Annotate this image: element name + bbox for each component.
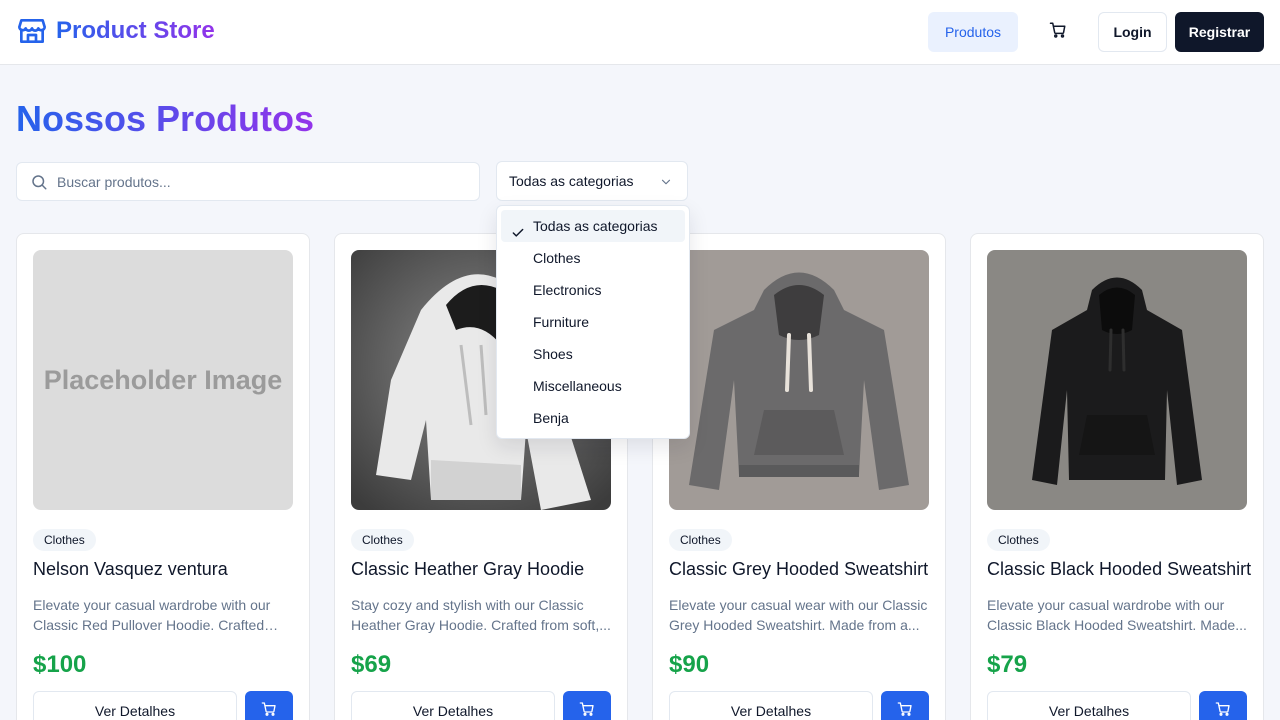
nav-cart-button[interactable]	[1038, 12, 1078, 52]
product-title: Nelson Vasquez ventura	[33, 559, 228, 579]
product-image	[669, 250, 929, 510]
product-price: $100	[33, 651, 87, 678]
chevron-down-icon	[659, 175, 673, 189]
category-badge: Clothes	[351, 529, 414, 551]
search-box	[16, 162, 480, 201]
dropdown-option-label: Miscellaneous	[533, 378, 622, 394]
product-image: Placeholder Image	[33, 250, 293, 510]
placeholder-image-text: Placeholder Image	[33, 250, 293, 510]
category-badge: Clothes	[33, 529, 96, 551]
product-price: $69	[351, 651, 392, 678]
category-select-value: Todas as categorias	[509, 173, 634, 189]
product-title: Classic Black Hooded Sweatshirt	[987, 559, 1252, 579]
dropdown-option-shoes[interactable]: Shoes	[501, 338, 685, 370]
dropdown-option-label: Furniture	[533, 314, 590, 330]
product-card: Placeholder Image Clothes Nelson Vasquez…	[16, 233, 310, 720]
brand-title: Product Store	[56, 15, 215, 47]
product-image	[987, 250, 1247, 510]
view-details-button[interactable]: Ver Detalhes	[351, 691, 555, 720]
category-select[interactable]: Todas as categorias	[496, 161, 688, 201]
search-input[interactable]	[57, 163, 467, 200]
cart-icon	[579, 701, 595, 720]
product-description: Elevate your casual wardrobe with our Cl…	[33, 597, 271, 633]
dropdown-option-clothes[interactable]: Clothes	[501, 242, 685, 274]
dropdown-option-label: Benja	[533, 410, 569, 426]
store-icon	[16, 15, 48, 47]
product-price: $79	[987, 651, 1028, 678]
view-details-button[interactable]: Ver Detalhes	[669, 691, 873, 720]
product-price: $90	[669, 651, 710, 678]
add-to-cart-button[interactable]	[881, 691, 929, 720]
check-icon	[511, 219, 525, 237]
login-button[interactable]: Login	[1098, 12, 1167, 52]
product-card: Clothes Classic Black Hooded Sweatshirt …	[970, 233, 1264, 720]
product-description: Stay cozy and stylish with our Classic H…	[351, 597, 611, 633]
nav-products-button[interactable]: Produtos	[928, 12, 1018, 52]
page-title: Nossos Produtos	[16, 96, 314, 142]
category-badge: Clothes	[987, 529, 1050, 551]
product-description: Elevate your casual wardrobe with our Cl…	[987, 597, 1247, 633]
dropdown-option-electronics[interactable]: Electronics	[501, 274, 685, 306]
category-dropdown-menu: Todas as categorias Clothes Electronics …	[496, 205, 690, 439]
search-icon	[30, 173, 48, 191]
add-to-cart-button[interactable]	[245, 691, 293, 720]
add-to-cart-button[interactable]	[563, 691, 611, 720]
view-details-button[interactable]: Ver Detalhes	[987, 691, 1191, 720]
dropdown-option-label: Clothes	[533, 250, 581, 266]
cart-icon	[897, 701, 913, 720]
brand-logo-link[interactable]: Product Store	[16, 15, 215, 47]
dropdown-option-all[interactable]: Todas as categorias	[501, 210, 685, 242]
dropdown-option-label: Electronics	[533, 282, 602, 298]
dropdown-option-label: Shoes	[533, 346, 573, 362]
product-title: Classic Grey Hooded Sweatshirt	[669, 559, 929, 579]
cart-icon	[261, 701, 277, 720]
cart-icon	[1215, 701, 1231, 720]
dropdown-option-furniture[interactable]: Furniture	[501, 306, 685, 338]
dropdown-option-benja[interactable]: Benja	[501, 402, 685, 434]
view-details-button[interactable]: Ver Detalhes	[33, 691, 237, 720]
register-button[interactable]: Registrar	[1175, 12, 1264, 52]
product-card: Clothes Classic Grey Hooded Sweatshirt E…	[652, 233, 946, 720]
cart-icon	[1049, 21, 1067, 44]
dropdown-option-miscellaneous[interactable]: Miscellaneous	[501, 370, 685, 402]
add-to-cart-button[interactable]	[1199, 691, 1247, 720]
category-badge: Clothes	[669, 529, 732, 551]
dropdown-option-label: Todas as categorias	[533, 218, 658, 234]
top-navbar: Product Store Produtos Login Registrar	[0, 0, 1280, 65]
product-title: Classic Heather Gray Hoodie	[351, 559, 585, 579]
product-description: Elevate your casual wear with our Classi…	[669, 597, 928, 633]
